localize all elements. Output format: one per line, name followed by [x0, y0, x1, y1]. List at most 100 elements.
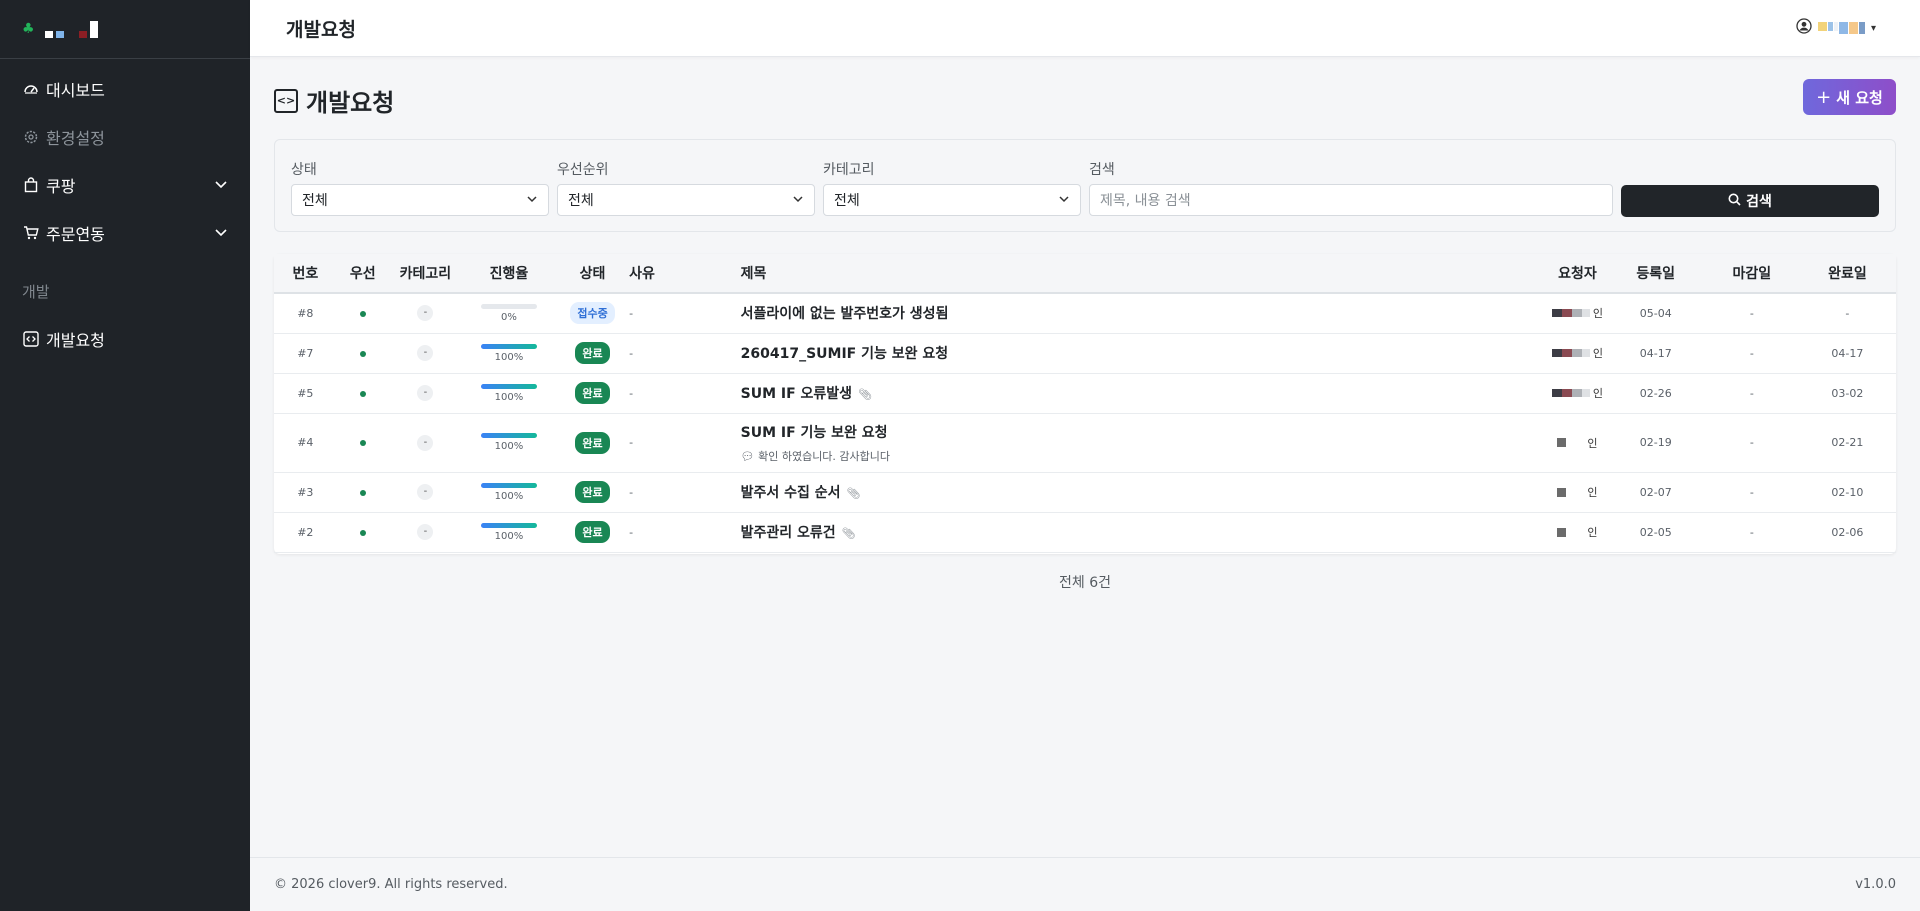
sidebar-item-label: 쿠팡 — [46, 177, 76, 196]
bag-icon — [22, 176, 40, 194]
status-cell: 완료 — [555, 472, 630, 513]
requester-avatar — [1557, 527, 1567, 537]
sidebar-item-dashboard[interactable]: 대시보드 — [0, 65, 250, 113]
paperclip-icon: 📎︎ — [846, 487, 861, 500]
column-header[interactable]: 카테고리 — [388, 254, 462, 294]
request-title[interactable]: SUM IF 기능 보완 요청 — [741, 425, 888, 441]
title-cell[interactable]: SUM IF 기능 보완 요청 💬︎ 확인 하였습니다. 감사합니다 — [712, 413, 1549, 473]
request-title[interactable]: 서플라이에 없는 발주번호가 생성됨 — [741, 306, 949, 322]
category-cell: - — [388, 512, 462, 553]
new-request-label: 새 요청 — [1836, 88, 1883, 107]
column-header[interactable]: 진행율 — [461, 254, 556, 294]
table-row[interactable]: #2 - 100% 완료 - 발주관리 오류건 📎︎ 인 02-05 - 02-0… — [274, 512, 1896, 553]
registered-date: 02-19 — [1606, 413, 1705, 473]
title-cell[interactable]: 발주서 수집 순서 📎︎ — [712, 472, 1549, 513]
row-number: #4 — [274, 413, 337, 473]
column-header[interactable]: 상태 — [555, 254, 630, 294]
progress-label: 100% — [494, 391, 524, 403]
title-cell[interactable]: 260417_SUMIF 기능 보완 요청 — [712, 333, 1549, 374]
progress-fill — [480, 522, 537, 528]
progress-label: 0% — [501, 311, 517, 323]
column-header[interactable]: 우선 — [336, 254, 389, 294]
priority-filter-label: 우선순위 — [557, 162, 609, 178]
column-header[interactable]: 등록일 — [1606, 254, 1705, 294]
registered-date: 02-07 — [1606, 472, 1705, 513]
chevron-down-icon[interactable] — [214, 176, 228, 195]
search-filter: 검색 제목, 내용 검색 — [1089, 159, 1613, 216]
requester-cell: 인 — [1548, 472, 1607, 513]
due-date: - — [1704, 413, 1799, 473]
row-number: #5 — [274, 373, 337, 414]
requester-avatar — [1551, 389, 1590, 397]
title-cell[interactable]: SUM IF 오류발생 📎︎ — [712, 373, 1549, 414]
brand-logo[interactable]: ♣ — [0, 0, 250, 59]
sidebar-section-dev: 개발 — [22, 282, 50, 301]
user-avatar — [1817, 22, 1865, 34]
requester: 인 — [1557, 524, 1597, 540]
requester-name-suffix: 인 — [1592, 387, 1603, 400]
column-header[interactable]: 마감일 — [1704, 254, 1799, 294]
priority-dot-icon — [359, 489, 366, 496]
request-title[interactable]: SUM IF 오류발생 — [741, 386, 852, 402]
priority-filter: 우선순위 전체 — [557, 159, 815, 216]
requester-cell: 인 — [1548, 512, 1607, 553]
search-input[interactable]: 제목, 내용 검색 — [1089, 184, 1613, 216]
sidebar-item-coupang[interactable]: 쿠팡 — [0, 161, 250, 209]
request-title[interactable]: 260417_SUMIF 기능 보완 요청 — [741, 346, 949, 362]
chevron-down-icon[interactable] — [214, 224, 228, 243]
table-row[interactable]: #5 - 100% 완료 - SUM IF 오류발생 📎︎ 인 02-26 - 0… — [274, 373, 1896, 414]
progress-cell: 100% — [461, 472, 556, 513]
row-number: #8 — [274, 293, 337, 334]
priority-select[interactable]: 전체 — [557, 184, 815, 216]
sidebar-item-dev-requests[interactable]: 개발요청 — [0, 315, 250, 363]
category-cell: - — [388, 333, 462, 374]
sidebar-item-label: 개발요청 — [46, 331, 105, 350]
category-select[interactable]: 전체 — [823, 184, 1081, 216]
table-row[interactable]: #3 - 100% 완료 - 발주서 수집 순서 📎︎ 인 02-07 - 02-… — [274, 472, 1896, 513]
request-title[interactable]: 발주서 수집 순서 — [741, 485, 841, 501]
requester-avatar — [1557, 487, 1567, 497]
title-cell[interactable]: 발주관리 오류건 📎︎ — [712, 512, 1549, 553]
column-header[interactable]: 번호 — [274, 254, 337, 294]
column-header[interactable]: 요청자 — [1548, 254, 1607, 294]
status-select[interactable]: 전체 — [291, 184, 549, 216]
clover-icon: ♣ — [22, 21, 35, 37]
registered-date: 04-17 — [1606, 333, 1705, 374]
reason-cell: - — [629, 472, 713, 513]
search-button-label: 검색 — [1746, 194, 1772, 210]
progress-cell: 100% — [461, 512, 556, 553]
table-row[interactable]: #7 - 100% 완료 - 260417_SUMIF 기능 보완 요청 인 0… — [274, 333, 1896, 374]
category-filter: 카테고리 전체 — [823, 159, 1081, 216]
column-header[interactable]: 사유 — [629, 254, 713, 294]
paperclip-icon: 📎︎ — [841, 527, 856, 540]
new-request-button[interactable]: + 새 요청 — [1803, 79, 1896, 115]
progress-bar — [480, 303, 537, 309]
page-title: 개발요청 — [306, 89, 395, 117]
registered-date: 05-04 — [1606, 293, 1705, 334]
requester-name-suffix: 인 — [1587, 486, 1598, 499]
progress-fill — [480, 383, 537, 389]
sidebar-item-settings[interactable]: 환경설정 — [0, 113, 250, 161]
title-cell[interactable]: 서플라이에 없는 발주번호가 생성됨 — [712, 293, 1549, 334]
progress-bar — [480, 343, 537, 349]
due-date: - — [1704, 293, 1799, 334]
requester-avatar — [1551, 309, 1590, 318]
paperclip-icon: 📎︎ — [858, 388, 873, 401]
status-cell: 완료 — [555, 512, 630, 553]
priority-cell — [336, 333, 389, 374]
table-row[interactable]: #8 - 0% 접수중 - 서플라이에 없는 발주번호가 생성됨 인 05-04… — [274, 293, 1896, 334]
caret-down-icon: ▾ — [1870, 22, 1876, 34]
category-select-value: 전체 — [834, 193, 860, 209]
priority-select-value: 전체 — [568, 193, 594, 209]
column-header[interactable]: 완료일 — [1798, 254, 1896, 294]
column-header[interactable]: 제목 — [712, 254, 1549, 294]
search-button[interactable]: 검색 — [1621, 185, 1879, 217]
request-title[interactable]: 발주관리 오류건 — [741, 525, 836, 541]
priority-dot-icon — [359, 350, 366, 357]
status-badge: 완료 — [575, 521, 610, 543]
sidebar-item-order-sync[interactable]: 주문연동 — [0, 209, 250, 257]
requester-name-suffix: 인 — [1587, 436, 1598, 450]
table-row[interactable]: #4 - 100% 완료 - SUM IF 기능 보완 요청 💬︎ 확인 하였습… — [274, 413, 1896, 473]
progress-fill — [480, 433, 537, 438]
user-menu[interactable]: ▾ — [1796, 18, 1876, 38]
